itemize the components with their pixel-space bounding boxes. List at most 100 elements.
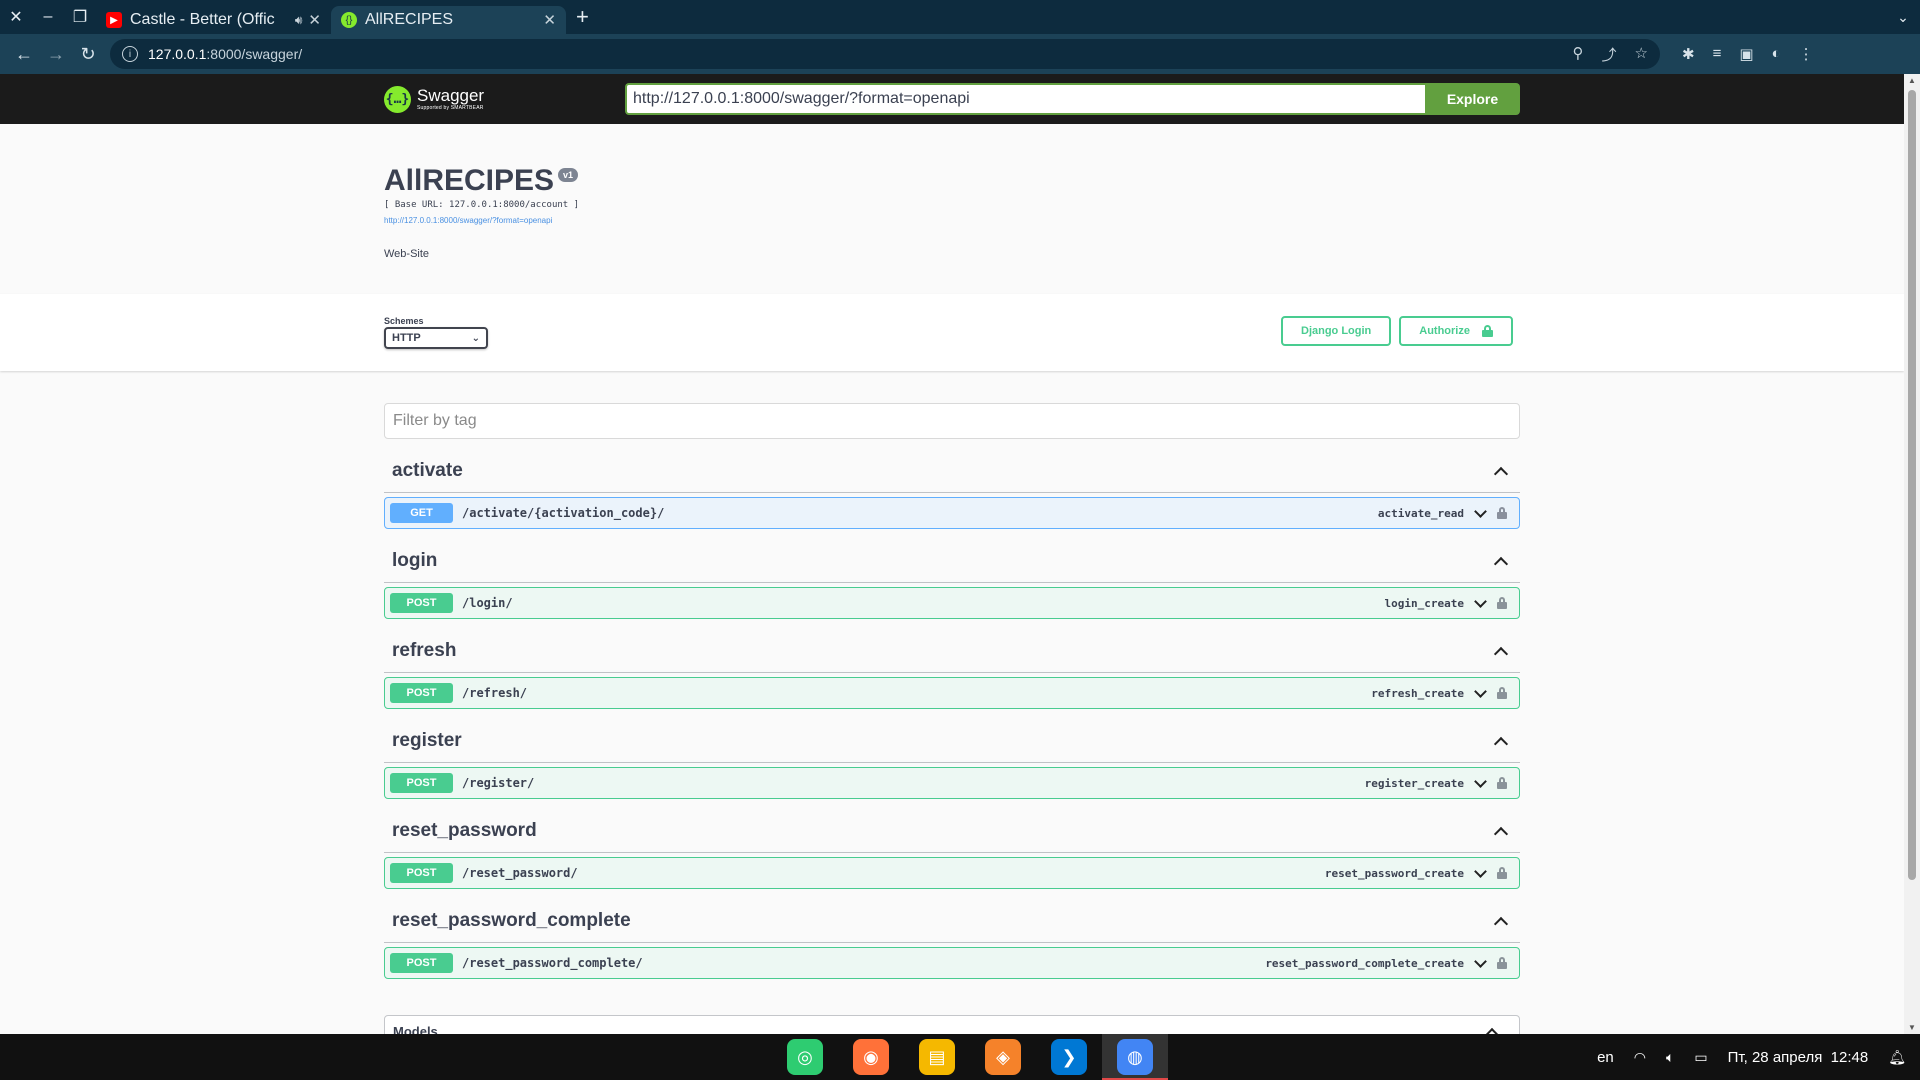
tab-close-icon[interactable]: ✕ bbox=[308, 11, 321, 29]
notifications-bell-icon[interactable]: 🔔︎ bbox=[1888, 1049, 1906, 1066]
firefox-app-icon[interactable]: ◉ bbox=[838, 1034, 904, 1080]
chevron-down-icon[interactable] bbox=[1474, 954, 1487, 968]
authorize-button[interactable]: Authorize bbox=[1399, 316, 1513, 346]
chevron-up-icon bbox=[1493, 556, 1509, 571]
chevron-down-icon[interactable] bbox=[1474, 864, 1487, 878]
swagger-logo[interactable]: {…} Swagger Supported by SMARTBEAR bbox=[384, 85, 484, 113]
chevron-up-icon bbox=[1493, 736, 1509, 751]
terminal-app-icon[interactable]: ◎ bbox=[772, 1034, 838, 1080]
browser-tab-allrecipes[interactable]: {} AllRECIPES ✕ bbox=[331, 6, 566, 34]
tab-close-icon[interactable]: ✕ bbox=[543, 11, 556, 29]
django-login-label: Django Login bbox=[1301, 325, 1372, 337]
forward-arrow-icon[interactable]: → bbox=[40, 38, 72, 70]
api-description: Web-Site bbox=[384, 248, 430, 260]
tag-header[interactable]: login bbox=[384, 539, 1520, 583]
close-window-icon[interactable]: ✕ bbox=[0, 0, 32, 34]
scroll-down-icon[interactable]: ▼ bbox=[1908, 1023, 1916, 1032]
lock-icon bbox=[1482, 325, 1493, 337]
operation-row[interactable]: POST /reset_password_complete/ reset_pas… bbox=[384, 947, 1520, 979]
tag-name: register bbox=[392, 729, 462, 751]
profile-icon[interactable]: ◐ bbox=[1772, 45, 1781, 63]
api-info: AllRECIPES v1 [ Base URL: 127.0.0.1:8000… bbox=[384, 124, 1520, 294]
address-bar[interactable]: i 127.0.0.1:8000/swagger/ ⚲ ⤴ ☆ bbox=[110, 39, 1660, 69]
wifi-icon[interactable]: ◠ bbox=[1634, 1049, 1646, 1066]
battery-icon[interactable]: ▭ bbox=[1694, 1049, 1707, 1066]
url-host: 127.0.0.1 bbox=[148, 46, 207, 62]
scroll-up-icon[interactable]: ▲ bbox=[1908, 76, 1916, 85]
operation-row[interactable]: POST /login/ login_create bbox=[384, 587, 1520, 619]
lock-icon[interactable] bbox=[1497, 867, 1507, 879]
speaker-icon[interactable]: 🔊︎ bbox=[295, 13, 303, 28]
operation-row[interactable]: POST /refresh/ refresh_create bbox=[384, 677, 1520, 709]
vscode-app-icon[interactable]: ❯ bbox=[1036, 1034, 1102, 1080]
filter-by-tag-input[interactable]: Filter by tag bbox=[384, 403, 1520, 439]
lock-icon[interactable] bbox=[1497, 777, 1507, 789]
lock-icon[interactable] bbox=[1497, 687, 1507, 699]
clock[interactable]: Пт, 28 апреля 12:48 bbox=[1728, 1049, 1869, 1066]
page-scrollbar[interactable]: ▲ ▼ bbox=[1904, 74, 1920, 1034]
chrome-app-icon[interactable]: ◍ bbox=[1102, 1034, 1168, 1080]
share-icon[interactable]: ⤴ bbox=[1602, 44, 1617, 65]
reading-list-icon[interactable]: ≡ bbox=[1713, 45, 1722, 63]
tag-header[interactable]: activate bbox=[384, 449, 1520, 493]
chevron-down-icon[interactable] bbox=[1474, 684, 1487, 698]
tag-name: reset_password_complete bbox=[392, 909, 631, 931]
method-badge: POST bbox=[390, 863, 453, 883]
zoom-icon[interactable]: ⚲ bbox=[1573, 44, 1584, 65]
operation-id: register_create bbox=[1364, 776, 1464, 790]
minimize-window-icon[interactable]: – bbox=[32, 0, 64, 34]
tag-header[interactable]: reset_password bbox=[384, 809, 1520, 853]
chevron-down-icon[interactable] bbox=[1474, 504, 1487, 518]
method-badge: POST bbox=[390, 953, 453, 973]
operation-row[interactable]: POST /reset_password/ reset_password_cre… bbox=[384, 857, 1520, 889]
scrollbar-thumb[interactable] bbox=[1908, 90, 1916, 880]
lock-icon[interactable] bbox=[1497, 957, 1507, 969]
lock-icon[interactable] bbox=[1497, 507, 1507, 519]
chevron-up-icon bbox=[1493, 916, 1509, 931]
tag-name: refresh bbox=[392, 639, 457, 661]
explore-button[interactable]: Explore bbox=[1425, 83, 1520, 115]
tag-header[interactable]: refresh bbox=[384, 629, 1520, 673]
side-panel-icon[interactable]: ▣ bbox=[1739, 45, 1753, 63]
schemes-label: Schemes bbox=[384, 316, 424, 326]
tag-section: activate GET /activate/{activation_code}… bbox=[384, 449, 1520, 529]
spec-url-input[interactable]: http://127.0.0.1:8000/swagger/?format=op… bbox=[625, 83, 1425, 115]
logo-sub: Supported by SMARTBEAR bbox=[417, 105, 484, 111]
base-url: [ Base URL: 127.0.0.1:8000/account ] bbox=[384, 200, 580, 210]
operation-path: /reset_password_complete/ bbox=[462, 956, 643, 970]
operation-row[interactable]: GET /activate/{activation_code}/ activat… bbox=[384, 497, 1520, 529]
menu-kebab-icon[interactable]: ⋮ bbox=[1799, 45, 1814, 63]
operation-row[interactable]: POST /register/ register_create bbox=[384, 767, 1520, 799]
volume-icon[interactable]: 🔈︎ bbox=[1666, 1049, 1674, 1066]
tag-header[interactable]: register bbox=[384, 719, 1520, 763]
new-tab-icon[interactable]: + bbox=[576, 4, 589, 30]
app-dock: ◎ ◉ ▤ ◈ ❯ ◍ bbox=[772, 1034, 1168, 1080]
keyboard-layout[interactable]: en bbox=[1597, 1049, 1614, 1066]
notes-app-icon[interactable]: ▤ bbox=[904, 1034, 970, 1080]
browser-toolbar: ← → ↻ i 127.0.0.1:8000/swagger/ ⚲ ⤴ ☆ ✱ … bbox=[0, 34, 1920, 74]
operation-path: /login/ bbox=[462, 596, 513, 610]
restore-window-icon[interactable]: ❐ bbox=[64, 0, 96, 34]
operation-id: refresh_create bbox=[1371, 686, 1464, 700]
tag-header[interactable]: reset_password_complete bbox=[384, 899, 1520, 943]
browser-tab-youtube[interactable]: ▶ Castle - Better (Offic 🔊︎ ✕ bbox=[96, 6, 331, 34]
scheme-select[interactable]: HTTP ⌄ bbox=[384, 327, 488, 349]
lock-icon[interactable] bbox=[1497, 597, 1507, 609]
swagger-logo-icon: {…} bbox=[384, 85, 411, 113]
models-section[interactable]: Models bbox=[384, 1015, 1520, 1034]
chevron-down-icon[interactable] bbox=[1474, 774, 1487, 788]
operation-id: login_create bbox=[1384, 596, 1464, 610]
site-info-icon[interactable]: i bbox=[122, 46, 138, 62]
django-login-button[interactable]: Django Login bbox=[1281, 316, 1392, 346]
back-arrow-icon[interactable]: ← bbox=[8, 38, 40, 70]
software-center-app-icon[interactable]: ◈ bbox=[970, 1034, 1036, 1080]
os-taskbar: ◎ ◉ ▤ ◈ ❯ ◍ en ◠ 🔈︎ ▭ Пт, 28 апреля 12:48 🔔︎ bbox=[0, 1034, 1920, 1080]
extensions-puzzle-icon[interactable]: ✱ bbox=[1682, 45, 1695, 63]
chevron-down-icon[interactable] bbox=[1474, 594, 1487, 608]
bookmark-star-icon[interactable]: ☆ bbox=[1635, 44, 1648, 65]
tab-search-chevron-icon[interactable]: ⌄ bbox=[1886, 9, 1920, 26]
operation-path: /register/ bbox=[462, 776, 535, 790]
youtube-icon: ▶ bbox=[106, 12, 122, 28]
spec-link[interactable]: http://127.0.0.1:8000/swagger/?format=op… bbox=[384, 216, 552, 225]
reload-icon[interactable]: ↻ bbox=[72, 38, 104, 70]
